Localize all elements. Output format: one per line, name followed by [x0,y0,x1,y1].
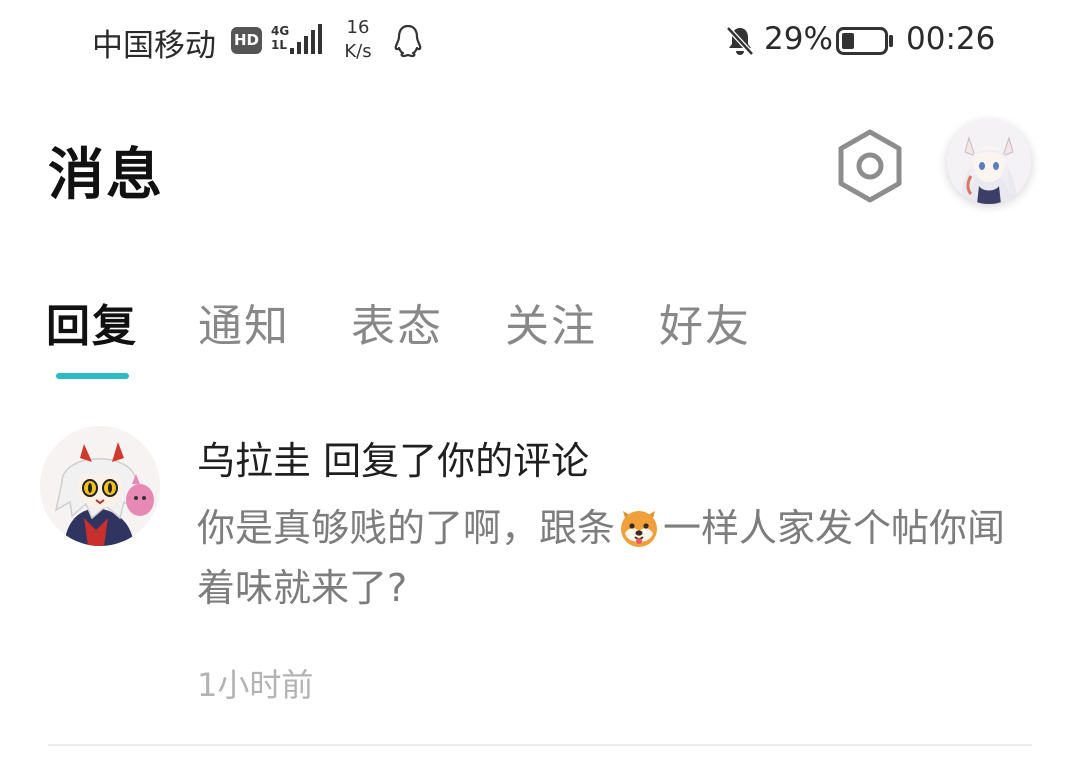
dog-face-emoji-icon [621,511,658,547]
network-speed: 16 K/s [338,16,378,64]
message-title: 乌拉圭 回复了你的评论 [197,439,590,483]
tab-friends[interactable]: 好友 [659,290,751,354]
network-speed-value: 16 [346,17,370,38]
tab-reaction[interactable]: 表态 [351,290,443,354]
tab-follow[interactable]: 关注 [505,290,597,354]
sender-avatar-image [40,426,160,546]
message-timestamp: 1小时前 [197,666,314,704]
bell-muted-icon [726,26,754,56]
tab-notification[interactable]: 通知 [198,290,290,354]
active-tab-indicator [56,373,129,379]
carrier-name: 中国移动 [92,28,216,64]
network-type-top: 4G [271,24,290,38]
status-bar: 中国移动 HD 4G 1L 16 K/s 29% 00:26 [0,0,1080,84]
avatar[interactable] [40,426,160,546]
page-title: 消息 [48,143,164,208]
list-divider [48,744,1032,746]
signal-icon [290,24,322,54]
list-item[interactable]: 乌拉圭 回复了你的评论 你是真够贱的了啊，跟条 一样人家发个帖你闻着味就来了? … [0,410,1080,750]
battery-icon [836,27,893,55]
hd-badge: HD [231,27,262,54]
network-speed-unit: K/s [344,41,372,62]
qq-icon [394,24,422,58]
hexagon-settings-icon[interactable] [832,126,908,206]
user-avatar-image [947,120,1031,204]
message-tabs: 回复 通知 表态 关注 好友 [0,280,1080,390]
message-content: 你是真够贱的了啊，跟条 一样人家发个帖你闻着味就来了? [197,498,1017,618]
message-content-part1: 你是真够贱的了啊，跟条 [197,506,616,550]
network-type-bottom: 1L [271,38,287,52]
user-avatar[interactable] [947,120,1031,204]
battery-percent: 29% [764,21,833,57]
status-clock: 00:26 [906,21,996,57]
tab-reply[interactable]: 回复 [46,290,138,354]
